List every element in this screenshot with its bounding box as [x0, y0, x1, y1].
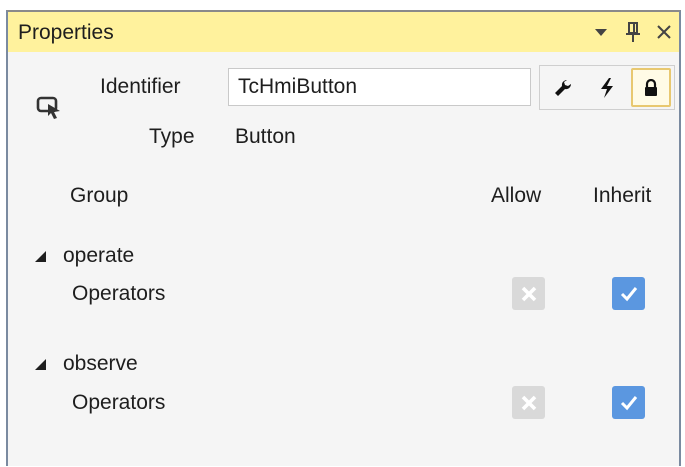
panel-title-bar[interactable]: Properties	[8, 12, 679, 52]
identifier-input[interactable]	[228, 68, 531, 106]
dropdown-icon[interactable]	[590, 20, 612, 44]
property-toolbar	[539, 65, 675, 110]
wrench-icon[interactable]	[543, 68, 583, 107]
group-row-label: Operators	[72, 282, 166, 305]
collapse-triangle-icon[interactable]	[32, 248, 48, 264]
type-value: Button	[235, 125, 296, 148]
properties-panel: Properties Identifier TcHmiButton Type B…	[6, 10, 681, 466]
pin-icon[interactable]	[622, 20, 644, 44]
lock-icon[interactable]	[631, 68, 671, 107]
panel-title: Properties	[18, 21, 114, 44]
group-name[interactable]: operate	[63, 244, 134, 268]
group-row-label: Operators	[72, 391, 166, 414]
allow-column-header: Allow	[491, 184, 542, 207]
collapse-triangle-icon[interactable]	[32, 356, 48, 372]
inherit-checkbox-checked[interactable]	[612, 386, 645, 419]
group-column-header: Group	[70, 184, 129, 207]
inherit-column-header: Inherit	[593, 184, 652, 207]
identifier-label: Identifier	[100, 75, 181, 98]
group-name[interactable]: observe	[63, 352, 138, 376]
type-label: Type	[149, 125, 195, 148]
control-select-icon	[36, 94, 62, 120]
allow-checkbox-denied[interactable]	[512, 277, 545, 310]
allow-checkbox-denied[interactable]	[512, 386, 545, 419]
close-icon[interactable]	[653, 20, 675, 44]
inherit-checkbox-checked[interactable]	[612, 277, 645, 310]
lightning-icon[interactable]	[587, 68, 627, 107]
